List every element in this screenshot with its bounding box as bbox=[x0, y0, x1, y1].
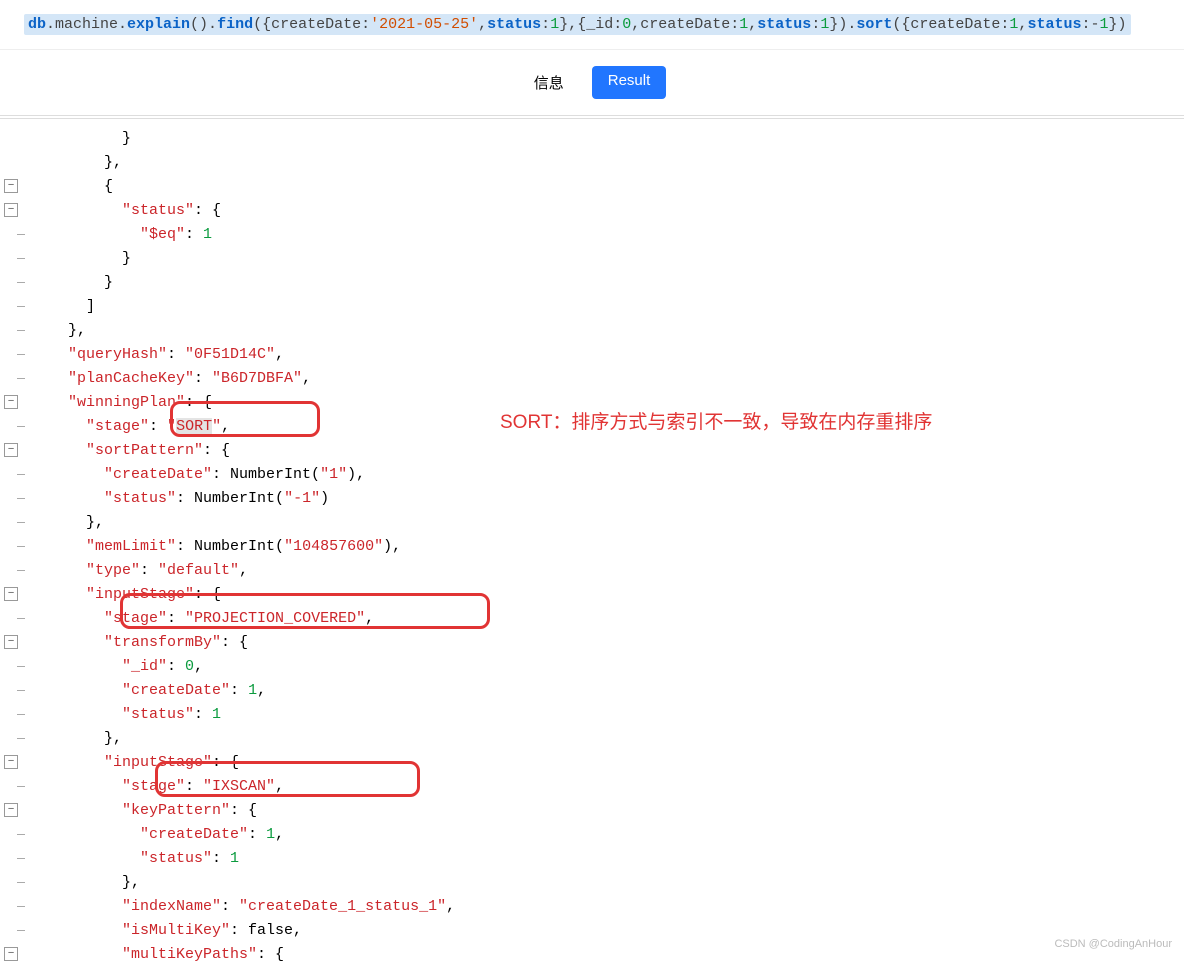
tab-result[interactable]: Result bbox=[592, 66, 667, 99]
code-line: "multiKeyPaths": { bbox=[32, 943, 1184, 967]
code-line: }, bbox=[32, 319, 1184, 343]
code-line: } bbox=[32, 247, 1184, 271]
code-line: "status": 1 bbox=[32, 847, 1184, 871]
code-line: "type": "default", bbox=[32, 559, 1184, 583]
code-line: ] bbox=[32, 295, 1184, 319]
code-line: "status": 1 bbox=[32, 703, 1184, 727]
code-line: "sortPattern": { bbox=[32, 439, 1184, 463]
highlight-box-sort bbox=[170, 401, 320, 437]
watermark: CSDN @CodingAnHour bbox=[1054, 938, 1172, 950]
code-line: }, bbox=[32, 871, 1184, 895]
query-expression[interactable]: db.machine.explain().find({createDate:'2… bbox=[24, 14, 1131, 35]
code-line: }, bbox=[32, 727, 1184, 751]
query-bar: db.machine.explain().find({createDate:'2… bbox=[0, 0, 1184, 50]
code-line: "$eq": 1 bbox=[32, 223, 1184, 247]
code-line: "memLimit": NumberInt("104857600"), bbox=[32, 535, 1184, 559]
code-line: "keyPattern": { bbox=[32, 799, 1184, 823]
code-line: "isMultiKey": false, bbox=[32, 919, 1184, 943]
code-line: "status": { bbox=[32, 199, 1184, 223]
fold-toggle[interactable] bbox=[4, 179, 18, 193]
code-line: "createDate": NumberInt("1"), bbox=[32, 463, 1184, 487]
highlight-box-ixscan bbox=[155, 761, 420, 797]
fold-toggle[interactable] bbox=[4, 443, 18, 457]
db-token: db bbox=[28, 16, 46, 33]
code-line: }, bbox=[32, 151, 1184, 175]
tab-info[interactable]: 信息 bbox=[518, 66, 580, 99]
code-line: "indexName": "createDate_1_status_1", bbox=[32, 895, 1184, 919]
code-line: } bbox=[32, 271, 1184, 295]
highlight-box-projection bbox=[120, 593, 490, 629]
code-line: { bbox=[32, 175, 1184, 199]
fold-toggle[interactable] bbox=[4, 635, 18, 649]
fold-toggle[interactable] bbox=[4, 947, 18, 961]
annotation-text: SORT：排序方式与索引不一致，导致在内存重排序 bbox=[500, 407, 932, 434]
code-line: "_id": 0, bbox=[32, 655, 1184, 679]
fold-toggle[interactable] bbox=[4, 203, 18, 217]
code-line: "createDate": 1, bbox=[32, 679, 1184, 703]
code-line: "queryHash": "0F51D14C", bbox=[32, 343, 1184, 367]
tabs-bar: 信息 Result bbox=[0, 50, 1184, 116]
code-line: "transformBy": { bbox=[32, 631, 1184, 655]
result-json-viewer[interactable]: } }, { "status": { "$eq": 1 } } ] }, "qu… bbox=[0, 119, 1184, 967]
fold-toggle[interactable] bbox=[4, 587, 18, 601]
code-line: "planCacheKey": "B6D7DBFA", bbox=[32, 367, 1184, 391]
fold-toggle[interactable] bbox=[4, 803, 18, 817]
fold-toggle[interactable] bbox=[4, 395, 18, 409]
code-line: "status": NumberInt("-1") bbox=[32, 487, 1184, 511]
code-line: "createDate": 1, bbox=[32, 823, 1184, 847]
code-line: } bbox=[32, 127, 1184, 151]
fold-toggle[interactable] bbox=[4, 755, 18, 769]
code-line: }, bbox=[32, 511, 1184, 535]
